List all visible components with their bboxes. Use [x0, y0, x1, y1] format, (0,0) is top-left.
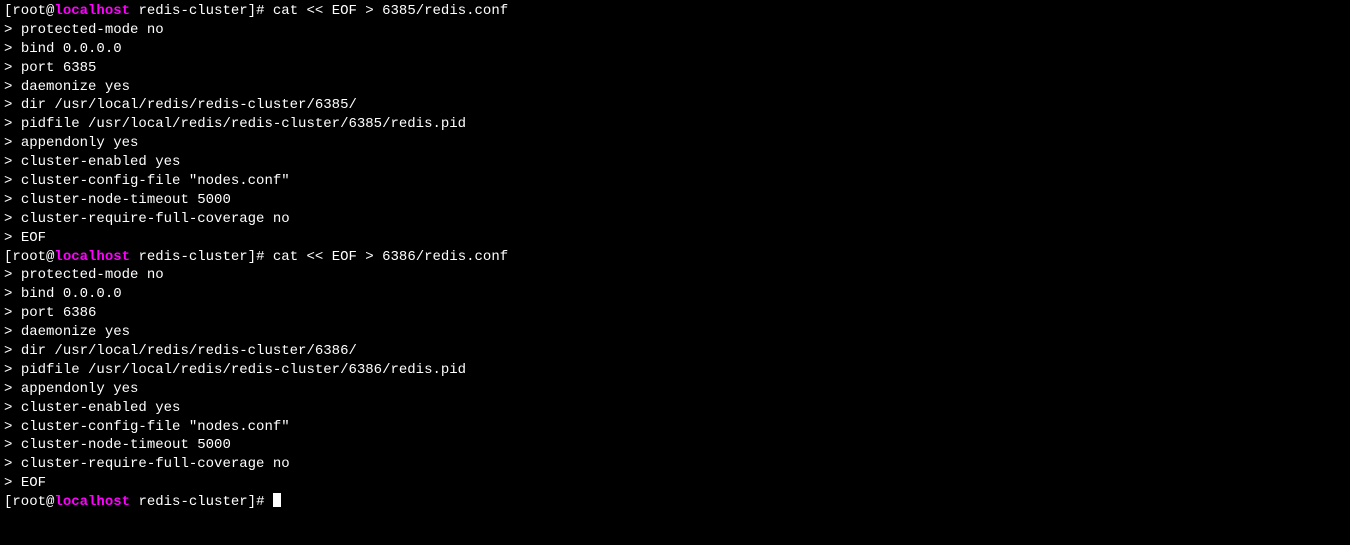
continuation-line: > dir /usr/local/redis/redis-cluster/638…: [4, 342, 1346, 361]
continuation-line: > bind 0.0.0.0: [4, 285, 1346, 304]
continuation-prompt: >: [4, 475, 21, 491]
continuation-line: > appendonly yes: [4, 134, 1346, 153]
continuation-line: > port 6386: [4, 304, 1346, 323]
prompt-path: redis-cluster: [138, 249, 247, 265]
prompt-path: redis-cluster: [138, 3, 247, 19]
continuation-prompt: >: [4, 456, 21, 472]
continuation-line: > cluster-config-file "nodes.conf": [4, 172, 1346, 191]
heredoc-text: EOF: [21, 230, 46, 246]
command-text: cat << EOF > 6386/redis.conf: [273, 249, 508, 265]
prompt-host: localhost: [54, 494, 130, 510]
heredoc-text: dir /usr/local/redis/redis-cluster/6386/: [21, 343, 357, 359]
continuation-prompt: >: [4, 400, 21, 416]
continuation-prompt: >: [4, 437, 21, 453]
heredoc-text: port 6385: [21, 60, 97, 76]
continuation-prompt: >: [4, 22, 21, 38]
continuation-prompt: >: [4, 211, 21, 227]
continuation-line: > cluster-config-file "nodes.conf": [4, 418, 1346, 437]
continuation-prompt: >: [4, 192, 21, 208]
heredoc-text: dir /usr/local/redis/redis-cluster/6385/: [21, 97, 357, 113]
prompt-user: root: [12, 249, 46, 265]
continuation-prompt: >: [4, 41, 21, 57]
terminal-output[interactable]: [root@localhost redis-cluster]# cat << E…: [4, 2, 1346, 512]
prompt-host: localhost: [54, 249, 130, 265]
continuation-line: > cluster-node-timeout 5000: [4, 436, 1346, 455]
heredoc-text: protected-mode no: [21, 267, 164, 283]
heredoc-text: port 6386: [21, 305, 97, 321]
bracket-close: ]: [248, 494, 256, 510]
heredoc-text: cluster-config-file "nodes.conf": [21, 173, 290, 189]
continuation-line: > appendonly yes: [4, 380, 1346, 399]
continuation-line: > pidfile /usr/local/redis/redis-cluster…: [4, 361, 1346, 380]
heredoc-text: cluster-require-full-coverage no: [21, 211, 290, 227]
continuation-prompt: >: [4, 305, 21, 321]
continuation-prompt: >: [4, 60, 21, 76]
prompt-line: [root@localhost redis-cluster]# cat << E…: [4, 248, 1346, 267]
continuation-line: > EOF: [4, 229, 1346, 248]
prompt-hash: #: [256, 494, 273, 510]
heredoc-text: pidfile /usr/local/redis/redis-cluster/6…: [21, 116, 466, 132]
continuation-prompt: >: [4, 286, 21, 302]
continuation-line: > protected-mode no: [4, 266, 1346, 285]
prompt-hash: #: [256, 3, 273, 19]
continuation-line: > dir /usr/local/redis/redis-cluster/638…: [4, 96, 1346, 115]
continuation-line: > pidfile /usr/local/redis/redis-cluster…: [4, 115, 1346, 134]
continuation-prompt: >: [4, 343, 21, 359]
prompt-line: [root@localhost redis-cluster]#: [4, 493, 1346, 512]
bracket-close: ]: [248, 249, 256, 265]
prompt-user: root: [12, 494, 46, 510]
heredoc-text: daemonize yes: [21, 79, 130, 95]
bracket-close: ]: [248, 3, 256, 19]
continuation-line: > cluster-require-full-coverage no: [4, 455, 1346, 474]
heredoc-text: protected-mode no: [21, 22, 164, 38]
continuation-prompt: >: [4, 79, 21, 95]
continuation-prompt: >: [4, 135, 21, 151]
heredoc-text: cluster-enabled yes: [21, 400, 181, 416]
continuation-line: > protected-mode no: [4, 21, 1346, 40]
prompt-host: localhost: [54, 3, 130, 19]
continuation-prompt: >: [4, 97, 21, 113]
heredoc-text: cluster-require-full-coverage no: [21, 456, 290, 472]
heredoc-text: cluster-node-timeout 5000: [21, 437, 231, 453]
heredoc-text: cluster-enabled yes: [21, 154, 181, 170]
heredoc-text: daemonize yes: [21, 324, 130, 340]
continuation-line: > EOF: [4, 474, 1346, 493]
heredoc-text: pidfile /usr/local/redis/redis-cluster/6…: [21, 362, 466, 378]
heredoc-text: bind 0.0.0.0: [21, 41, 122, 57]
continuation-line: > cluster-enabled yes: [4, 399, 1346, 418]
continuation-prompt: >: [4, 154, 21, 170]
heredoc-text: appendonly yes: [21, 381, 139, 397]
continuation-prompt: >: [4, 324, 21, 340]
continuation-prompt: >: [4, 267, 21, 283]
continuation-line: > cluster-enabled yes: [4, 153, 1346, 172]
continuation-line: > daemonize yes: [4, 323, 1346, 342]
cursor[interactable]: [273, 493, 281, 507]
prompt-user: root: [12, 3, 46, 19]
prompt-hash: #: [256, 249, 273, 265]
heredoc-text: appendonly yes: [21, 135, 139, 151]
continuation-line: > cluster-node-timeout 5000: [4, 191, 1346, 210]
continuation-prompt: >: [4, 362, 21, 378]
continuation-prompt: >: [4, 381, 21, 397]
heredoc-text: EOF: [21, 475, 46, 491]
heredoc-text: cluster-node-timeout 5000: [21, 192, 231, 208]
continuation-prompt: >: [4, 116, 21, 132]
continuation-prompt: >: [4, 230, 21, 246]
continuation-prompt: >: [4, 419, 21, 435]
continuation-prompt: >: [4, 173, 21, 189]
prompt-path: redis-cluster: [138, 494, 247, 510]
continuation-line: > cluster-require-full-coverage no: [4, 210, 1346, 229]
continuation-line: > daemonize yes: [4, 78, 1346, 97]
command-text: cat << EOF > 6385/redis.conf: [273, 3, 508, 19]
continuation-line: > port 6385: [4, 59, 1346, 78]
heredoc-text: bind 0.0.0.0: [21, 286, 122, 302]
prompt-line: [root@localhost redis-cluster]# cat << E…: [4, 2, 1346, 21]
continuation-line: > bind 0.0.0.0: [4, 40, 1346, 59]
heredoc-text: cluster-config-file "nodes.conf": [21, 419, 290, 435]
